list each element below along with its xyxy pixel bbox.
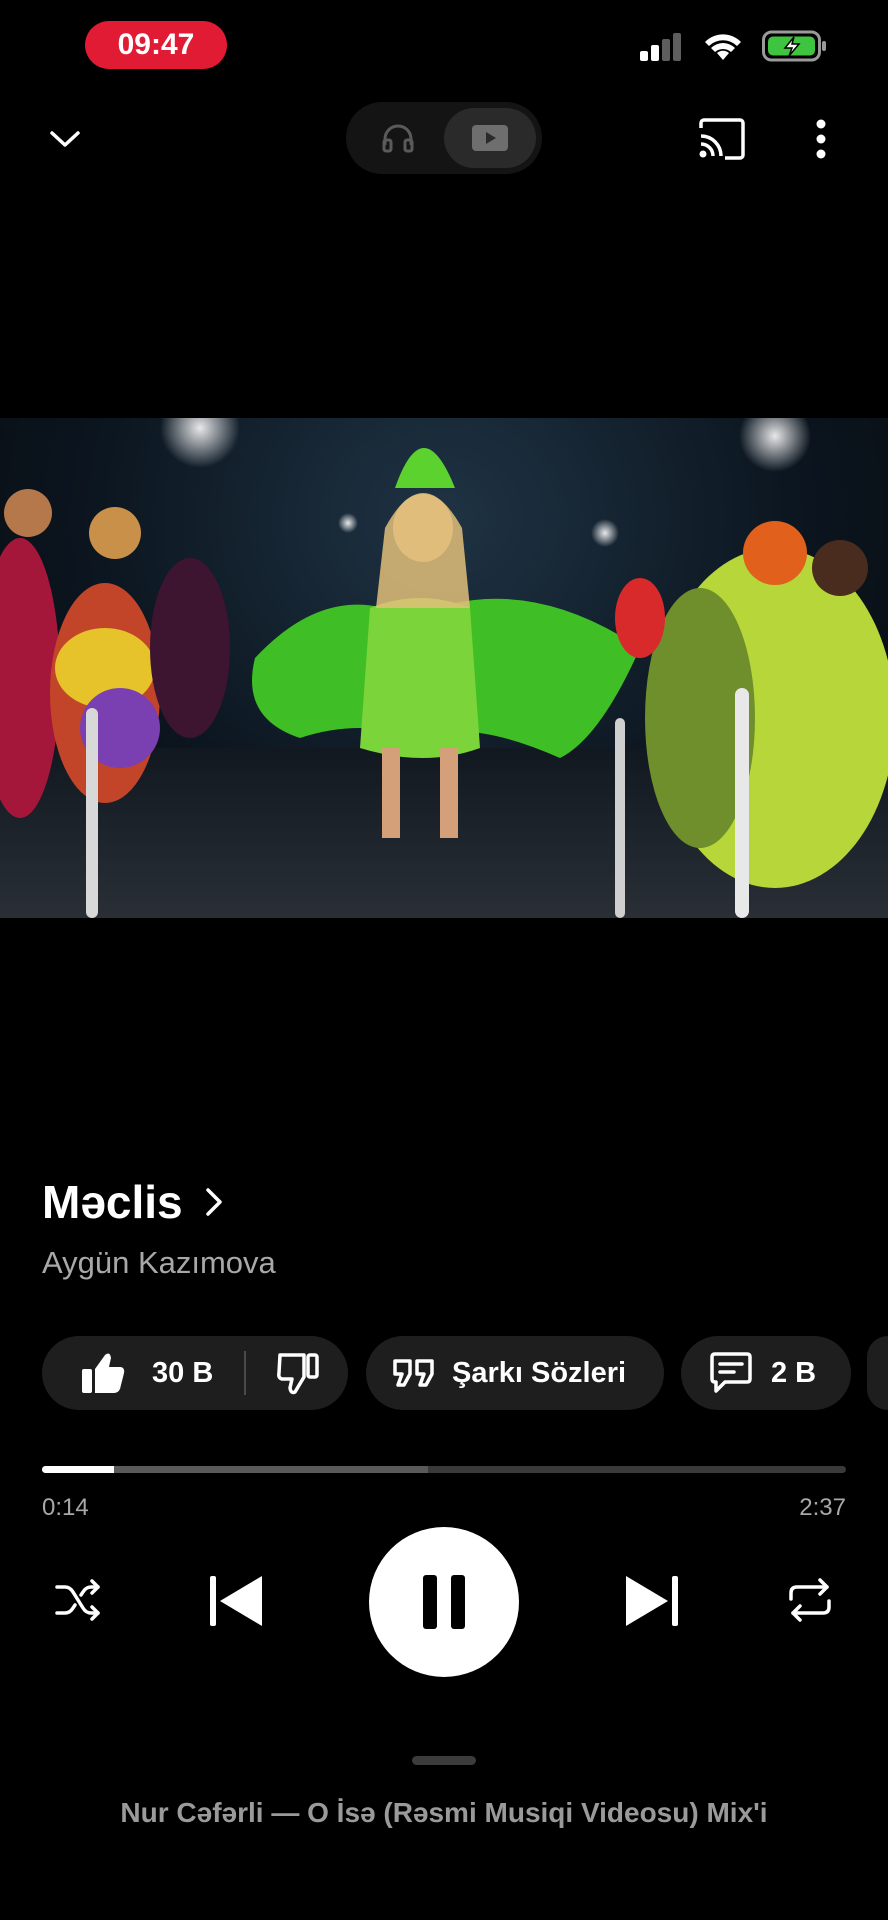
repeat-button[interactable] <box>782 1572 838 1628</box>
cellular-signal-icon <box>640 33 681 61</box>
previous-track-button[interactable] <box>204 1572 268 1630</box>
more-vertical-icon <box>816 119 826 159</box>
status-time-text: 09:47 <box>117 28 195 61</box>
video-play-icon <box>472 125 508 151</box>
total-duration: 2:37 <box>799 1494 846 1521</box>
seek-bar[interactable] <box>42 1466 846 1473</box>
like-button[interactable]: 30 B <box>80 1351 213 1395</box>
comments-chip[interactable]: 2 B <box>681 1336 851 1410</box>
thumbs-down-icon <box>277 1353 319 1395</box>
seek-bar-played <box>42 1466 114 1473</box>
up-next-label[interactable]: Nur Cəfərli — O İsə (Rəsmi Musiqi Videos… <box>0 1797 888 1829</box>
like-dislike-chip: 30 B <box>42 1336 348 1410</box>
song-title: Məclis <box>42 1176 183 1228</box>
cast-button[interactable] <box>692 112 752 166</box>
video-mode-button[interactable] <box>444 108 536 168</box>
video-frame-scene <box>0 418 888 918</box>
next-track-button[interactable] <box>620 1572 684 1630</box>
pause-icon <box>423 1575 465 1629</box>
current-time: 0:14 <box>42 1494 89 1521</box>
video-player[interactable] <box>0 418 888 918</box>
more-chips-partial[interactable] <box>867 1336 888 1410</box>
comment-icon <box>710 1352 752 1393</box>
artist-name[interactable]: Aygün Kazımova <box>42 1245 276 1281</box>
chip-divider <box>243 1351 246 1395</box>
skip-previous-icon <box>210 1576 262 1626</box>
audio-mode-button[interactable] <box>352 108 444 168</box>
lyrics-label: Şarkı Sözleri <box>452 1356 627 1389</box>
chevron-down-icon <box>50 131 80 147</box>
status-icons <box>638 30 828 62</box>
like-count: 30 B <box>152 1356 214 1389</box>
lyrics-chip[interactable]: Şarkı Sözleri <box>366 1336 664 1410</box>
skip-next-icon <box>626 1576 678 1626</box>
dislike-button[interactable] <box>276 1351 320 1395</box>
up-next-drag-handle[interactable] <box>412 1756 476 1765</box>
quote-icon <box>393 1359 434 1387</box>
repeat-icon <box>789 1578 831 1622</box>
cast-icon <box>699 118 745 160</box>
more-options-button[interactable] <box>800 112 842 166</box>
headphones-icon <box>382 124 414 153</box>
thumbs-up-icon <box>82 1353 125 1393</box>
audio-video-toggle[interactable] <box>346 102 542 174</box>
shuffle-button[interactable] <box>50 1572 106 1628</box>
status-time: 09:47 <box>85 21 227 69</box>
shuffle-icon <box>55 1579 100 1621</box>
minimize-player-button[interactable] <box>40 114 90 164</box>
song-title-link[interactable]: Məclis <box>42 1175 223 1229</box>
pause-button[interactable] <box>369 1527 519 1677</box>
chevron-right-icon <box>205 1188 222 1216</box>
wifi-icon <box>705 34 741 60</box>
comments-count: 2 B <box>771 1356 817 1389</box>
battery-charging-icon <box>762 30 826 62</box>
